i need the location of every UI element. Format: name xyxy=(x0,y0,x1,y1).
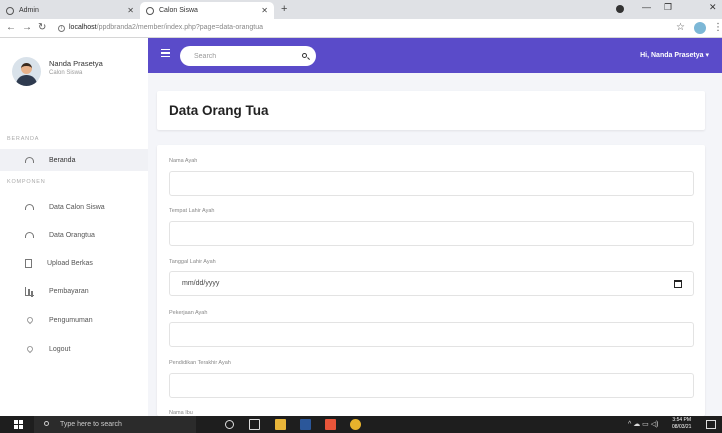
url-field[interactable]: i localhost/ppdbranda2/member/index.php?p… xyxy=(58,24,263,32)
sidebar-item-beranda[interactable]: Beranda xyxy=(0,149,148,171)
tab-calon-siswa[interactable]: Calon Siswa ✕ xyxy=(140,2,274,19)
page-title: Data Orang Tua xyxy=(169,103,269,118)
url-path: /ppdbranda2/member/index.php?page=data-o… xyxy=(96,24,264,31)
close-tab-icon[interactable]: ✕ xyxy=(127,6,134,15)
field-label: Tanggal Lahir Ayah xyxy=(169,259,216,265)
file-explorer-icon[interactable] xyxy=(275,419,286,430)
dashboard-icon xyxy=(25,157,34,163)
close-tab-icon[interactable]: ✕ xyxy=(261,6,268,15)
user-role: Calon Siswa xyxy=(49,70,83,76)
user-greeting-dropdown[interactable]: Hi, Nanda Prasetya ▾ xyxy=(640,51,709,59)
section-heading-komponen: KOMPONEN xyxy=(7,179,46,185)
windows-start-icon[interactable] xyxy=(14,420,23,429)
tempat-lahir-ayah-input[interactable] xyxy=(169,221,694,246)
window-close-icon[interactable]: ✕ xyxy=(709,2,717,13)
browser-tab-strip: Admin ✕ Calon Siswa ✕ + — ❐ ✕ xyxy=(0,0,722,19)
notification-icon[interactable] xyxy=(706,420,716,429)
page-title-card: Data Orang Tua xyxy=(157,91,705,130)
tab-admin[interactable]: Admin ✕ xyxy=(0,2,140,19)
sidebar-item-upload-berkas[interactable]: Upload Berkas xyxy=(0,252,148,274)
avatar xyxy=(12,57,41,86)
taskbar-search-box[interactable]: Type here to search xyxy=(34,416,196,433)
pekerjaan-ayah-input[interactable] xyxy=(169,322,694,347)
minimize-icon[interactable]: — xyxy=(642,2,651,12)
calendar-icon[interactable] xyxy=(674,280,682,288)
reload-icon[interactable]: ↻ xyxy=(38,22,46,33)
system-tray-icons[interactable]: ^ ☁ ▭ ◁) xyxy=(628,420,658,428)
xampp-icon[interactable] xyxy=(325,419,336,430)
profile-avatar-icon[interactable] xyxy=(694,22,706,34)
tanggal-lahir-ayah-input[interactable]: mm/dd/yyyy xyxy=(169,271,694,296)
sidebar-item-label: Logout xyxy=(49,345,71,353)
search-input[interactable] xyxy=(180,46,316,66)
sidebar-item-label: Data Calon Siswa xyxy=(49,203,105,211)
parent-data-form: Nama Ayah Tempat Lahir Ayah Tanggal Lahi… xyxy=(157,145,705,416)
task-view-icon[interactable] xyxy=(249,419,260,430)
sidebar-item-label: Data Orangtua xyxy=(49,231,95,239)
sidebar-item-label: Pembayaran xyxy=(49,287,89,295)
section-heading-beranda: BERANDA xyxy=(7,136,40,142)
windows-taskbar: Type here to search ^ ☁ ▭ ◁) 3:54 PM 08/… xyxy=(0,416,722,433)
hamburger-menu-icon[interactable] xyxy=(161,49,170,57)
sidebar-item-pembayaran[interactable]: Pembayaran xyxy=(0,280,148,302)
menu-kebab-icon[interactable]: ⋮ xyxy=(713,22,722,33)
word-icon[interactable] xyxy=(300,419,311,430)
clock-time: 3:54 PM xyxy=(672,417,692,423)
search-icon xyxy=(44,421,49,426)
cortana-icon[interactable] xyxy=(225,420,234,429)
info-icon[interactable]: i xyxy=(58,25,65,32)
globe-icon xyxy=(146,6,154,15)
user-name: Nanda Prasetya xyxy=(49,59,103,68)
pendidikan-terakhir-ayah-input[interactable] xyxy=(169,373,694,398)
sidebar-item-data-orangtua[interactable]: Data Orangtua xyxy=(0,224,148,246)
sidebar-item-label: Beranda xyxy=(49,156,76,164)
clock-date: 08/03/21 xyxy=(672,424,692,430)
document-icon xyxy=(25,258,32,268)
search-icon[interactable] xyxy=(302,53,307,58)
record-icon xyxy=(616,5,624,13)
sidebar-item-data-calon-siswa[interactable]: Data Calon Siswa xyxy=(0,196,148,218)
pin-icon xyxy=(25,344,35,354)
taskbar-search-text: Type here to search xyxy=(60,421,122,428)
new-tab-icon[interactable]: + xyxy=(281,3,287,15)
chrome-icon[interactable] xyxy=(350,419,361,430)
field-label: Pendidikan Terakhir Ayah xyxy=(169,360,231,366)
url-host: localhost xyxy=(69,24,97,31)
globe-icon xyxy=(6,6,14,15)
field-label: Pekerjaan Ayah xyxy=(169,310,208,316)
date-value: mm/dd/yyyy xyxy=(182,280,220,287)
taskbar-clock[interactable]: 3:54 PM 08/03/21 xyxy=(672,417,691,431)
address-bar: ← → ↻ i localhost/ppdbranda2/member/index… xyxy=(0,19,722,38)
pin-icon xyxy=(25,315,35,325)
bar-chart-icon xyxy=(25,286,34,296)
nama-ayah-input[interactable] xyxy=(169,171,694,196)
sidebar-item-logout[interactable]: Logout xyxy=(0,338,148,360)
tab-label: Admin xyxy=(19,7,39,14)
bookmark-star-icon[interactable]: ☆ xyxy=(676,22,685,33)
sidebar-item-pengumuman[interactable]: Pengumuman xyxy=(0,309,148,331)
sidebar-item-label: Upload Berkas xyxy=(47,259,93,267)
field-label: Tempat Lahir Ayah xyxy=(169,208,215,214)
restore-icon[interactable]: ❐ xyxy=(664,2,672,13)
dashboard-icon xyxy=(25,204,34,210)
tab-label: Calon Siswa xyxy=(159,7,198,14)
sidebar-item-label: Pengumuman xyxy=(49,316,93,324)
dashboard-icon xyxy=(25,232,34,238)
back-icon[interactable]: ← xyxy=(6,22,16,33)
forward-icon[interactable]: → xyxy=(22,22,32,33)
field-label: Nama Ayah xyxy=(169,158,198,164)
